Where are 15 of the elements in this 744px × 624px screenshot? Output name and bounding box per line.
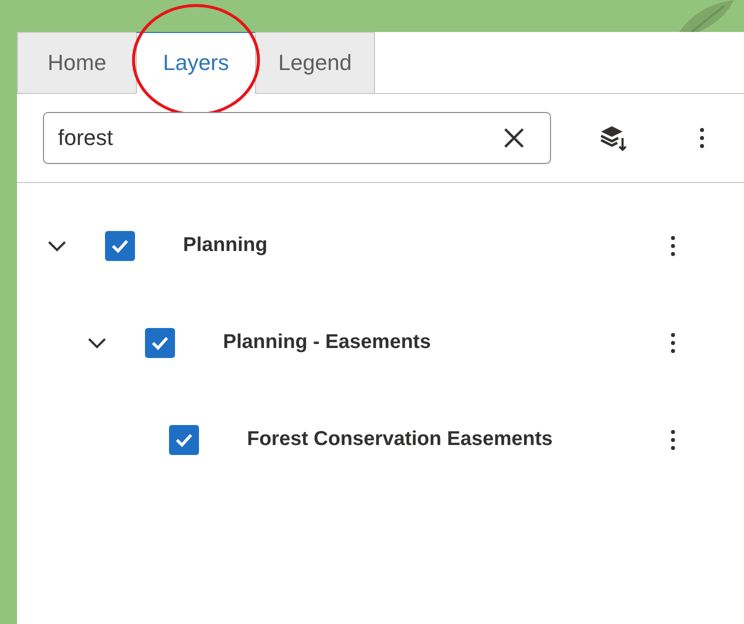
tab[interactable]: Home [17,32,137,94]
checkbox[interactable] [145,328,175,358]
checkbox[interactable] [105,230,135,260]
more-icon[interactable] [670,330,676,354]
tab[interactable]: Legend [255,32,375,94]
checkbox[interactable] [169,424,199,454]
layer-name[interactable]: Forest Conservation Easements [247,428,553,451]
layer-name[interactable]: Planning - Easements [223,331,431,354]
tab[interactable]: Layers [136,32,256,94]
search-field[interactable]: forest [43,112,551,164]
layer-name[interactable]: Planning [183,234,268,257]
more-icon[interactable] [699,126,705,150]
more-icon[interactable] [670,428,676,452]
clear-icon[interactable] [503,127,525,149]
more-icon[interactable] [670,234,676,258]
